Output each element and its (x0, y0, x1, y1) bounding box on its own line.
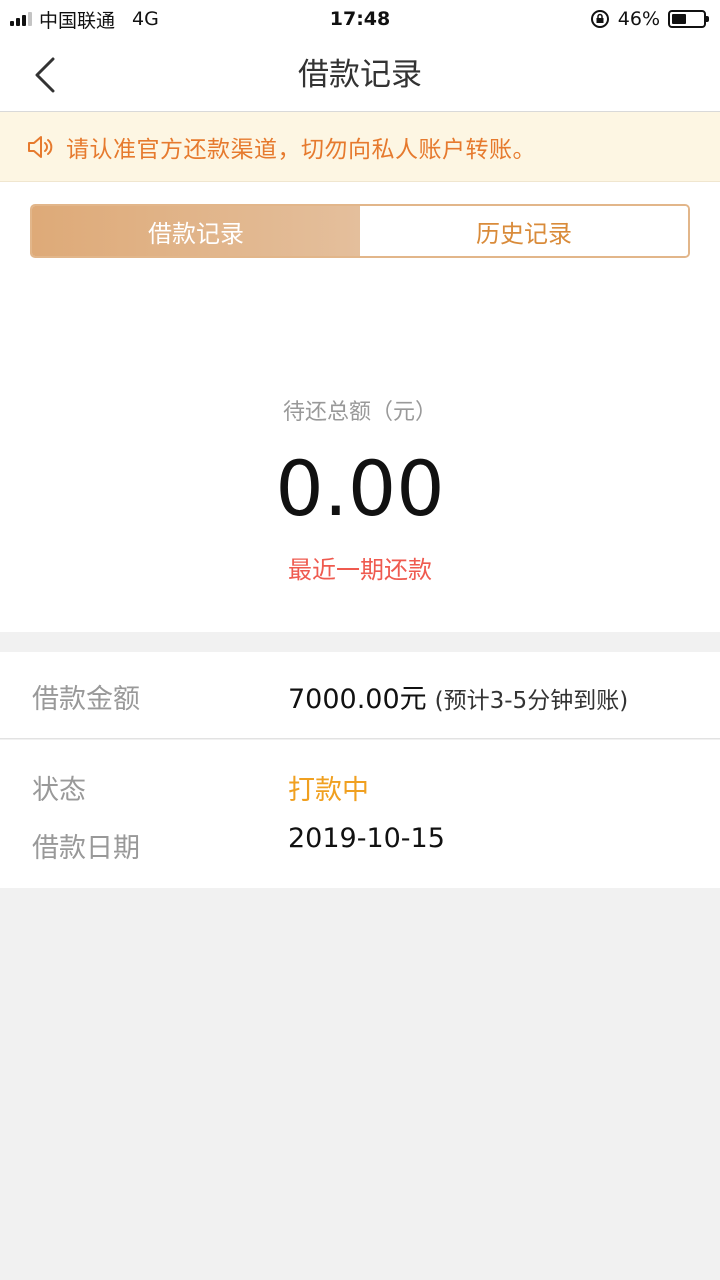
battery-icon (668, 10, 709, 28)
loan-amount-note: (预计3-5分钟到账) (434, 688, 629, 714)
total-due-label: 待还总额（元） (282, 400, 437, 425)
recent-repayment-link[interactable]: 最近一期还款 (0, 550, 720, 585)
page-title: 借款记录 (298, 57, 422, 93)
summary-card: 借款记录 历史记录 待还总额（元） 0.00 最近一期还款 (0, 182, 720, 632)
loan-amount-value-group: 7000.00元 (预计3-5分钟到账) (288, 677, 628, 716)
tab-bar: 借款记录 历史记录 (30, 204, 690, 258)
battery-percent: 46% (617, 8, 660, 30)
loan-amount-section: 借款金额 7000.00元 (预计3-5分钟到账) (0, 652, 720, 739)
total-due-amount: 0.00 (275, 444, 445, 533)
status-label: 状态 (32, 775, 86, 806)
loan-date-label: 借款日期 (32, 833, 140, 864)
tab-loan-records[interactable]: 借款记录 (32, 206, 360, 256)
loan-status-section: 状态 打款中 借款日期 2019-10-15 (0, 740, 720, 888)
loan-amount-label: 借款金额 (32, 684, 140, 715)
speaker-icon (28, 135, 53, 158)
tab-history-records[interactable]: 历史记录 (360, 206, 688, 256)
notice-text: 请认准官方还款渠道，切勿向私人账户转账。 (66, 136, 536, 163)
nav-bar: 借款记录 (0, 38, 720, 112)
rotation-lock-icon (590, 10, 609, 28)
status-value: 打款中 (288, 775, 369, 806)
notice-banner: 请认准官方还款渠道，切勿向私人账户转账。 (0, 112, 720, 182)
loan-date-value: 2019-10-15 (288, 823, 445, 854)
page: 中国联通 4G 17:48 46% 借款记录 请认准官方还款渠道，切勿向私人账户… (0, 0, 720, 1280)
status-bar: 中国联通 4G 17:48 46% (0, 0, 720, 38)
loan-amount-value: 7000.00元 (288, 684, 427, 715)
status-right: 46% (590, 0, 709, 38)
